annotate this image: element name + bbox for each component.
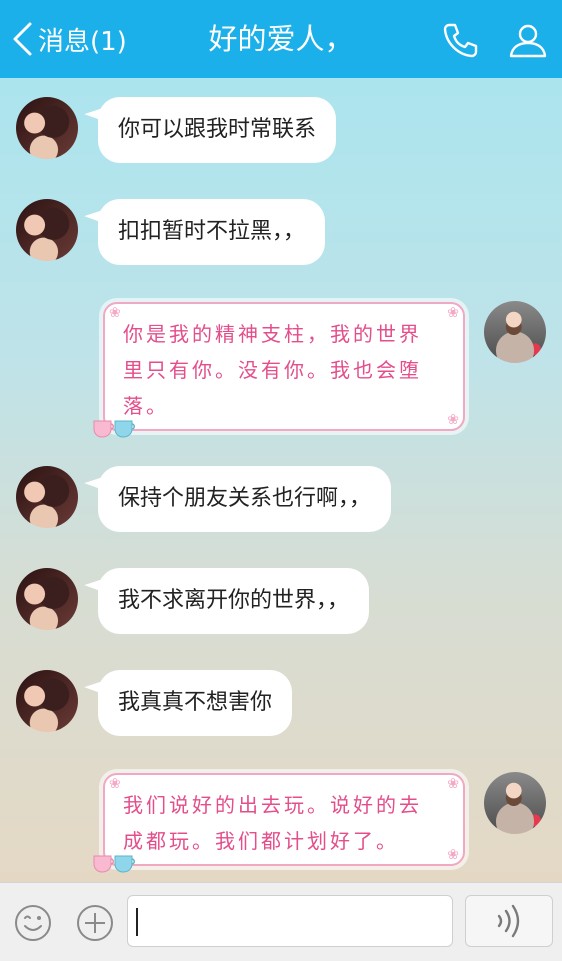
back-button[interactable]: 消息(1)	[10, 18, 127, 60]
emoji-icon	[15, 905, 51, 941]
corner-ornament: ❀	[447, 412, 459, 428]
voice-button[interactable]	[465, 895, 553, 947]
message-bubble[interactable]: 我不求离开你的世界，，	[98, 568, 370, 634]
message-bubble[interactable]: 你可以跟我时常联系	[98, 97, 337, 163]
call-button[interactable]	[440, 20, 480, 60]
message-text: 我不求离开你的世界，，	[118, 588, 350, 613]
message-line: 我们说好的出去玩。说好的去	[123, 793, 422, 817]
emoji-button[interactable]	[13, 903, 53, 943]
chat-title: 好的爱人，	[208, 22, 354, 56]
message-line: 成都玩。我们都计划好了。	[123, 829, 399, 853]
message-text: 我真真不想害你	[118, 690, 273, 715]
teacups-icon	[93, 855, 135, 873]
corner-ornament: ❀	[447, 847, 459, 863]
profile-icon	[509, 24, 547, 58]
corner-ornament: ❀	[109, 776, 121, 792]
message-bubble[interactable]: 保持个朋友关系也行啊，，	[98, 466, 392, 532]
message-line: 你是我的精神支柱，我的世界	[123, 322, 422, 346]
message-bubble-decorated[interactable]: ❀ ❀ ❀ 你是我的精神支柱，我的世界 里只有你。没有你。我也会堕 落。	[93, 302, 465, 438]
message-text: 保持个朋友关系也行啊，，	[118, 486, 372, 511]
corner-ornament: ❀	[447, 776, 459, 792]
my-avatar[interactable]	[484, 301, 546, 363]
message-input[interactable]	[127, 895, 453, 947]
message-text: 你可以跟我时常联系	[118, 117, 317, 142]
contact-avatar[interactable]	[16, 97, 78, 159]
chat-header: 消息(1) 好的爱人，	[0, 0, 562, 78]
teacups-icon	[93, 420, 135, 438]
contact-avatar[interactable]	[16, 199, 78, 261]
contact-avatar[interactable]	[16, 670, 78, 732]
message-bubble[interactable]: 我真真不想害你	[98, 670, 293, 736]
text-cursor	[136, 908, 138, 936]
message-line: 里只有你。没有你。我也会堕	[123, 358, 422, 382]
profile-button[interactable]	[508, 20, 548, 60]
message-text: 扣扣暂时不拉黑，，	[118, 219, 306, 244]
my-avatar[interactable]	[484, 772, 546, 834]
input-bar	[0, 882, 562, 961]
message-bubble[interactable]: 扣扣暂时不拉黑，，	[98, 199, 326, 265]
message-bubble-decorated[interactable]: ❀ ❀ ❀ 我们说好的出去玩。说好的去 成都玩。我们都计划好了。	[93, 773, 465, 873]
plus-icon	[77, 905, 113, 941]
contact-avatar[interactable]	[16, 568, 78, 630]
chevron-left-icon	[13, 22, 32, 56]
corner-ornament: ❀	[109, 305, 121, 321]
phone-icon	[443, 23, 478, 58]
more-button[interactable]	[75, 903, 115, 943]
message-line: 落。	[123, 394, 169, 418]
corner-ornament: ❀	[447, 305, 459, 321]
voice-icon	[497, 904, 520, 938]
back-label: 消息(1)	[38, 26, 127, 57]
contact-avatar[interactable]	[16, 466, 78, 528]
